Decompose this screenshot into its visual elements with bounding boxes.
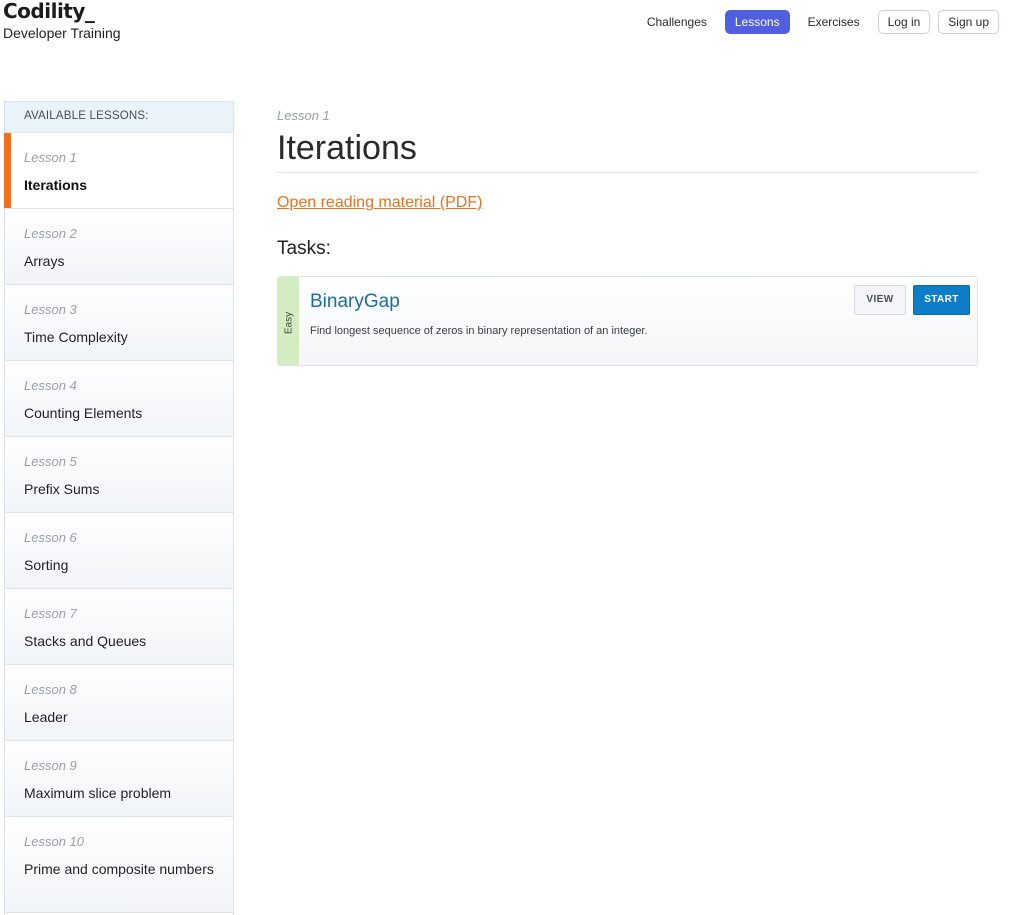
- brand-subtitle: Developer Training: [3, 25, 121, 41]
- lesson-number: Lesson 9: [24, 758, 77, 773]
- login-button[interactable]: Log in: [877, 10, 931, 34]
- task-title-link[interactable]: BinaryGap: [310, 290, 400, 314]
- lesson-content: Lesson 1 Iterations Open reading materia…: [277, 108, 978, 366]
- view-button[interactable]: VIEW: [854, 285, 906, 315]
- nav-challenges[interactable]: Challenges: [637, 10, 717, 34]
- lesson-number: Lesson 8: [24, 682, 77, 697]
- brand[interactable]: Codility_ Developer Training: [3, 0, 121, 42]
- lesson-name: Stacks and Queues: [24, 633, 147, 649]
- lesson-name: Time Complexity: [24, 329, 128, 345]
- lesson-name: Maximum slice problem: [24, 785, 172, 801]
- lessons-sidebar: AVAILABLE LESSONS: Lesson 1 Iterations L…: [4, 101, 234, 915]
- lesson-name: Counting Elements: [24, 405, 143, 421]
- sidebar-item-lesson-6[interactable]: Lesson 6 Sorting: [5, 513, 233, 589]
- nav-exercises[interactable]: Exercises: [798, 10, 870, 34]
- sidebar-item-lesson-2[interactable]: Lesson 2 Arrays: [5, 209, 233, 285]
- lesson-number: Lesson 4: [24, 378, 77, 393]
- sidebar-item-lesson-5[interactable]: Lesson 5 Prefix Sums: [5, 437, 233, 513]
- lesson-number: Lesson 2: [24, 226, 77, 241]
- lesson-number: Lesson 3: [24, 302, 77, 317]
- lesson-number: Lesson 10: [24, 834, 84, 849]
- lesson-name: Iterations: [24, 177, 88, 193]
- top-nav: Challenges Lessons Exercises Log in Sign…: [629, 10, 999, 34]
- lesson-name: Prefix Sums: [24, 481, 100, 497]
- tasks-heading: Tasks:: [277, 238, 331, 259]
- sidebar-item-lesson-1[interactable]: Lesson 1 Iterations: [4, 133, 233, 209]
- signup-button[interactable]: Sign up: [938, 10, 999, 34]
- top-header: Codility_ Developer Training Challenges …: [0, 0, 1009, 60]
- sidebar-item-lesson-7[interactable]: Lesson 7 Stacks and Queues: [5, 589, 233, 665]
- lesson-number: Lesson 1: [24, 150, 77, 165]
- sidebar-item-lesson-3[interactable]: Lesson 3 Time Complexity: [5, 285, 233, 361]
- lesson-name: Sorting: [24, 557, 69, 573]
- lesson-name: Leader: [24, 709, 68, 725]
- lesson-name: Prime and composite numbers: [24, 861, 214, 877]
- lesson-number: Lesson 7: [24, 606, 77, 621]
- lesson-number: Lesson 6: [24, 530, 77, 545]
- lesson-number: Lesson 5: [24, 454, 77, 469]
- task-description: Find longest sequence of zeros in binary…: [310, 325, 648, 337]
- task-card: Easy BinaryGap Find longest sequence of …: [277, 276, 978, 366]
- lesson-name: Arrays: [24, 253, 65, 269]
- sidebar-item-lesson-9[interactable]: Lesson 9 Maximum slice problem: [5, 741, 233, 817]
- nav-lessons[interactable]: Lessons: [724, 10, 790, 34]
- reading-material-link[interactable]: Open reading material (PDF): [277, 193, 482, 213]
- sidebar-item-lesson-4[interactable]: Lesson 4 Counting Elements: [5, 361, 233, 437]
- codility-logo[interactable]: Codility_: [3, 0, 121, 22]
- page-title: Iterations: [277, 128, 978, 173]
- lesson-kicker: Lesson 1: [277, 108, 330, 123]
- sidebar-item-lesson-8[interactable]: Lesson 8 Leader: [5, 665, 233, 741]
- sidebar-item-lesson-10[interactable]: Lesson 10 Prime and composite numbers: [5, 817, 233, 913]
- start-button[interactable]: START: [913, 285, 970, 315]
- difficulty-label: Easy: [283, 311, 294, 335]
- sidebar-title: AVAILABLE LESSONS:: [5, 102, 233, 133]
